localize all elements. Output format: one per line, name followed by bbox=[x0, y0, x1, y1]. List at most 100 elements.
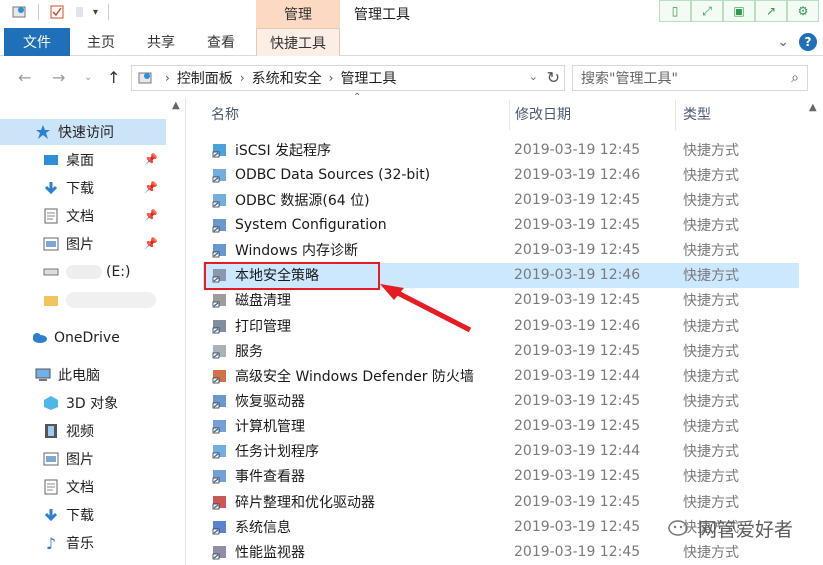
sidebar-item-downloads-pc[interactable]: 下载 bbox=[0, 502, 166, 528]
forward-arrow-icon[interactable]: → bbox=[52, 68, 65, 87]
sidebar-item-3d-objects[interactable]: 3D 对象 bbox=[0, 390, 166, 416]
sidebar-item-desktop[interactable]: 桌面 📌 bbox=[0, 147, 166, 173]
file-type: 快捷方式 bbox=[683, 268, 739, 285]
address-bar[interactable]: › 控制面板 › 系统和安全 › 管理工具 ⌄ ↻ bbox=[131, 65, 565, 91]
sidebar-item-quick-access[interactable]: 快速访问 bbox=[0, 119, 166, 145]
sidebar-item-onedrive[interactable]: OneDrive bbox=[0, 325, 166, 351]
file-row[interactable]: 恢复驱动器 2019-03-19 12:45 快捷方式 bbox=[203, 389, 799, 414]
file-row[interactable]: 高级安全 Windows Defender 防火墙 2019-03-19 12:4… bbox=[203, 363, 799, 388]
breadcrumb-admin-tools[interactable]: 管理工具 bbox=[340, 68, 396, 88]
sidebar-item-label: 文档 bbox=[66, 480, 94, 496]
search-icon[interactable]: ⌕ bbox=[791, 70, 799, 86]
content-scrollbar[interactable]: ▲ bbox=[803, 98, 823, 565]
tab-shortcut-tools[interactable]: 快捷工具 bbox=[256, 28, 340, 56]
wechat-icon bbox=[668, 519, 688, 536]
file-date: 2019-03-19 12:45 bbox=[514, 141, 641, 158]
tab-file[interactable]: 文件 bbox=[4, 28, 70, 56]
up-arrow-icon[interactable]: ↑ bbox=[107, 68, 120, 87]
window-icon[interactable] bbox=[12, 4, 28, 20]
breadcrumb-system-security[interactable]: 系统和安全 bbox=[252, 68, 322, 88]
file-type: 快捷方式 bbox=[683, 142, 739, 159]
column-header-name[interactable]: 名称 bbox=[211, 98, 239, 130]
file-date: 2019-03-19 12:45 bbox=[514, 493, 641, 510]
file-row[interactable]: 任务计划程序 2019-03-19 12:44 快捷方式 bbox=[203, 439, 799, 464]
pin-icon[interactable]: 📌 bbox=[144, 209, 158, 222]
sidebar-item-label: 快速访问 bbox=[58, 125, 114, 141]
file-row[interactable]: 服务 2019-03-19 12:45 快捷方式 bbox=[203, 338, 799, 363]
column-header-date[interactable]: 修改日期 bbox=[515, 98, 571, 130]
sidebar-item-this-pc[interactable]: 此电脑 bbox=[0, 362, 166, 388]
pin-icon[interactable]: 📌 bbox=[144, 181, 158, 194]
drive-icon bbox=[42, 264, 60, 280]
file-row[interactable]: ODBC 数据源(64 位) 2019-03-19 12:45 快捷方式 bbox=[203, 187, 799, 212]
tab-home[interactable]: 主页 bbox=[76, 28, 126, 56]
sidebar-item-documents[interactable]: 文档 📌 bbox=[0, 203, 166, 229]
context-tab-manage[interactable]: 管理 bbox=[256, 0, 340, 28]
back-arrow-icon[interactable]: ← bbox=[18, 68, 31, 87]
blurred-label bbox=[66, 265, 102, 279]
address-dropdown-icon[interactable]: ⌄ bbox=[529, 70, 538, 83]
sidebar-item-label: 图片 bbox=[66, 237, 94, 253]
refresh-icon[interactable]: ↻ bbox=[547, 68, 560, 87]
sidebar-item-drive-e[interactable]: (E:) bbox=[0, 259, 166, 285]
file-date: 2019-03-19 12:44 bbox=[514, 443, 641, 460]
sidebar-item-label: OneDrive bbox=[54, 330, 120, 346]
sidebar-item-pictures-pc[interactable]: 图片 bbox=[0, 446, 166, 472]
download-icon bbox=[42, 180, 60, 196]
sidebar-item-music[interactable]: ♪ 音乐 bbox=[0, 530, 166, 556]
sidebar-item-folder[interactable] bbox=[0, 287, 166, 313]
file-row[interactable]: 磁盘清理 2019-03-19 12:45 快捷方式 bbox=[203, 288, 799, 313]
save-icon[interactable]: ▣ bbox=[723, 0, 755, 22]
phone-icon[interactable]: ▯ bbox=[659, 0, 691, 22]
sidebar-item-videos[interactable]: 视频 bbox=[0, 418, 166, 444]
sidebar-item-pictures[interactable]: 图片 📌 bbox=[0, 231, 166, 257]
annotation-highlight-box bbox=[204, 262, 380, 290]
file-row[interactable]: 打印管理 2019-03-19 12:46 快捷方式 bbox=[203, 313, 799, 338]
download-icon bbox=[42, 507, 60, 523]
breadcrumb-separator-icon: › bbox=[165, 71, 170, 85]
navigation-scrollbar[interactable]: ▲ bbox=[168, 98, 184, 565]
new-folder-icon[interactable] bbox=[71, 4, 87, 20]
search-input[interactable]: 搜索"管理工具" ⌕ bbox=[572, 65, 808, 91]
gear-icon[interactable]: ⚙ bbox=[787, 0, 819, 22]
tab-view[interactable]: 查看 bbox=[196, 28, 246, 56]
shortcut-icon bbox=[211, 442, 229, 460]
expand-icon[interactable]: ⤢ bbox=[691, 0, 723, 22]
file-type: 快捷方式 bbox=[683, 494, 739, 511]
file-row[interactable]: 计算机管理 2019-03-19 12:45 快捷方式 bbox=[203, 414, 799, 439]
file-type: 快捷方式 bbox=[683, 368, 739, 385]
file-name: 服务 bbox=[235, 343, 263, 360]
sidebar-item-label: 音乐 bbox=[66, 536, 94, 552]
properties-icon[interactable] bbox=[49, 4, 65, 20]
chevron-down-icon[interactable]: ⌄ bbox=[777, 34, 789, 50]
tab-share[interactable]: 共享 bbox=[136, 28, 186, 56]
star-icon bbox=[34, 124, 52, 140]
sidebar-item-documents-pc[interactable]: 文档 bbox=[0, 474, 166, 500]
file-row[interactable]: ODBC Data Sources (32-bit) 2019-03-19 12:… bbox=[203, 162, 799, 187]
file-row[interactable]: 性能监视器 2019-03-19 12:45 快捷方式 bbox=[203, 539, 799, 564]
pin-icon[interactable]: 📌 bbox=[144, 237, 158, 250]
file-row[interactable]: Windows 内存诊断 2019-03-19 12:45 快捷方式 bbox=[203, 238, 799, 263]
file-row[interactable]: 碎片整理和优化驱动器 2019-03-19 12:45 快捷方式 bbox=[203, 489, 799, 514]
column-divider[interactable] bbox=[675, 100, 676, 130]
file-date: 2019-03-19 12:45 bbox=[514, 191, 641, 208]
scroll-up-icon[interactable]: ▲ bbox=[172, 100, 180, 111]
shortcut-icon bbox=[211, 367, 229, 385]
file-row[interactable]: 事件查看器 2019-03-19 12:45 快捷方式 bbox=[203, 464, 799, 489]
help-icon[interactable]: ? bbox=[799, 33, 817, 51]
divider bbox=[108, 4, 110, 20]
share-icon[interactable]: ↗ bbox=[755, 0, 787, 22]
column-header-type[interactable]: 类型 bbox=[683, 98, 711, 130]
column-divider[interactable] bbox=[509, 100, 510, 130]
qat-dropdown-icon[interactable]: ▾ bbox=[93, 7, 98, 18]
pin-icon[interactable]: 📌 bbox=[144, 153, 158, 166]
sidebar-item-label: 桌面 bbox=[66, 153, 94, 169]
breadcrumb-control-panel[interactable]: 控制面板 bbox=[177, 68, 233, 88]
sidebar-item-downloads[interactable]: 下载 📌 bbox=[0, 175, 166, 201]
file-type: 快捷方式 bbox=[683, 544, 739, 561]
scroll-up-icon[interactable]: ▲ bbox=[809, 102, 817, 113]
file-row[interactable]: System Configuration 2019-03-19 12:45 快捷方式 bbox=[203, 212, 799, 237]
recent-dropdown-icon[interactable]: ⌄ bbox=[84, 72, 92, 83]
file-row[interactable]: iSCSI 发起程序 2019-03-19 12:45 快捷方式 bbox=[203, 137, 799, 162]
desktop-icon bbox=[42, 152, 60, 168]
